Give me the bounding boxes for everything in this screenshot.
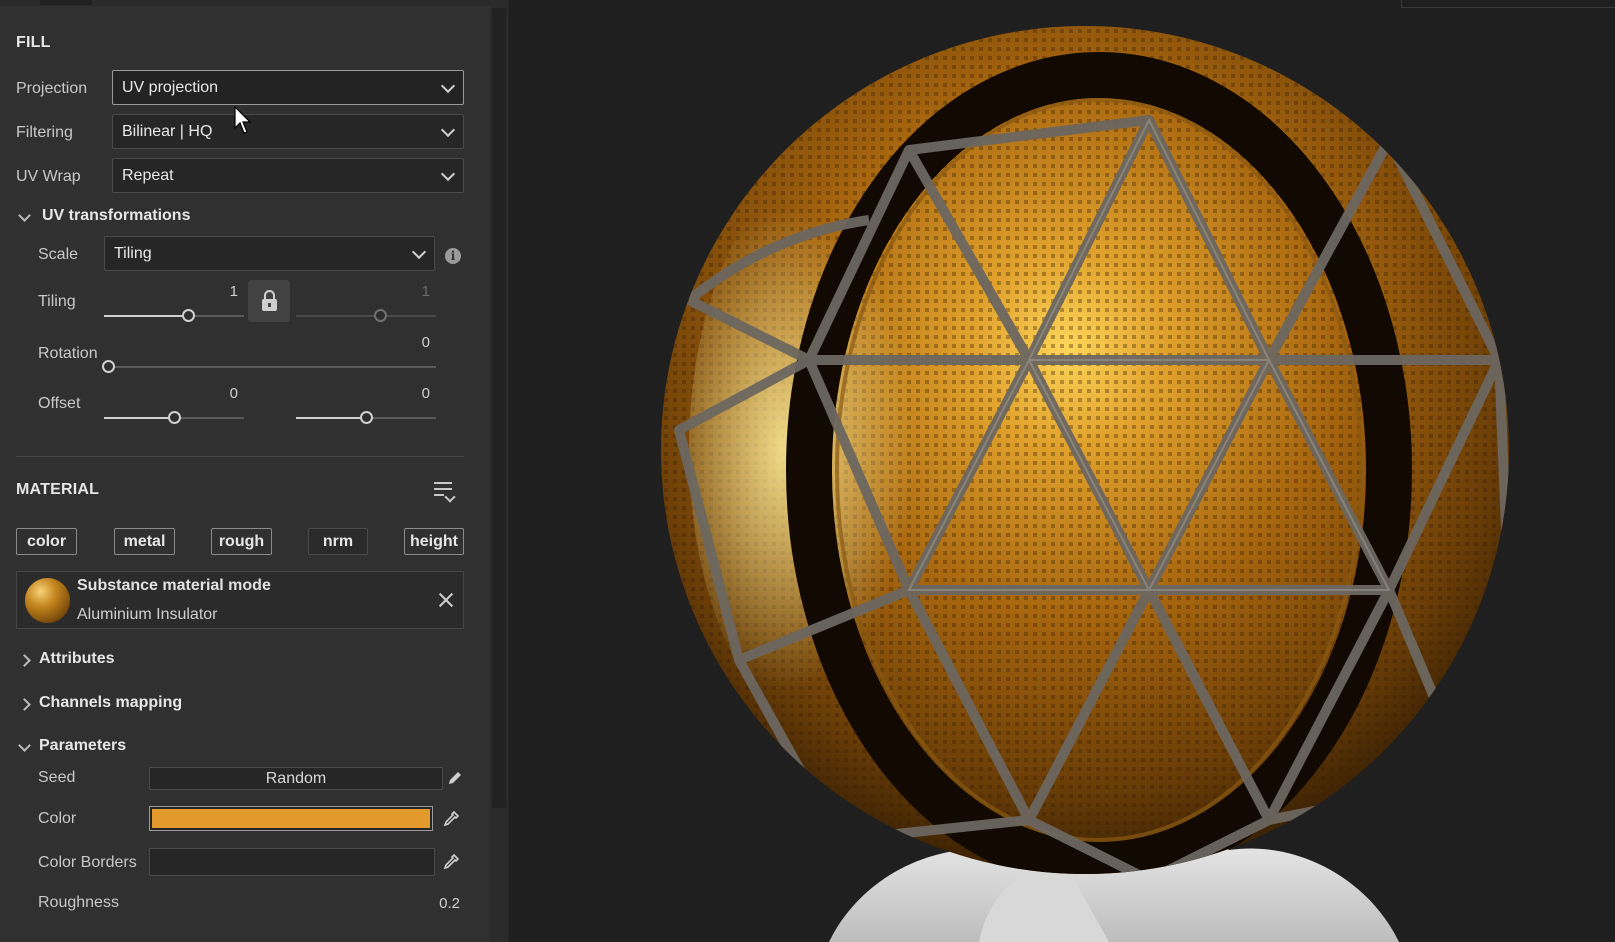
offset-u-value: 0 <box>229 385 238 402</box>
lock-icon-hole <box>268 303 271 307</box>
tiling-v-knob[interactable] <box>374 309 387 322</box>
material-preview-sphere <box>661 26 1509 942</box>
material-card[interactable]: Substance material mode Aluminium Insula… <box>16 571 464 629</box>
tiling-lock-button[interactable] <box>248 280 290 322</box>
roughness-value: 0.2 <box>439 895 460 912</box>
chevron-right-icon <box>18 654 31 667</box>
projection-label: Projection <box>16 80 88 97</box>
color-swatch[interactable] <box>149 806 433 831</box>
tiling-u-fill <box>104 315 188 317</box>
material-name: Aluminium Insulator <box>77 606 218 623</box>
chevron-down-icon <box>440 166 456 182</box>
list-menu-icon[interactable] <box>434 480 456 503</box>
seed-random-button[interactable]: Random <box>149 767 443 790</box>
scale-dropdown[interactable]: Tiling <box>104 236 435 271</box>
uv-transformations-title: UV transformations <box>42 207 191 224</box>
roughness-label: Roughness <box>38 894 119 911</box>
rotation-value: 0 <box>421 334 430 351</box>
channel-height-button[interactable]: height <box>404 528 464 555</box>
properties-panel: FILL Projection UV projection Filtering … <box>0 0 509 942</box>
close-icon[interactable] <box>437 591 455 609</box>
projection-value: UV projection <box>122 79 219 96</box>
seed-label: Seed <box>38 769 76 786</box>
rotation-slider[interactable] <box>104 366 436 368</box>
tiling-label: Tiling <box>38 293 76 310</box>
chevron-down-icon <box>440 122 456 138</box>
channel-nrm-button[interactable]: nrm <box>308 528 368 555</box>
chevron-down-icon <box>411 244 427 260</box>
rotation-label: Rotation <box>38 345 98 362</box>
chevron-down-icon <box>18 739 31 752</box>
offset-label: Offset <box>38 395 81 412</box>
channels-mapping-title: Channels mapping <box>39 694 183 711</box>
uv-transformations-toggle[interactable]: UV transformations <box>18 207 320 227</box>
offset-v-fill <box>296 417 366 419</box>
fill-section-title: FILL <box>16 34 51 51</box>
chevron-right-icon <box>18 698 31 711</box>
color-label: Color <box>38 810 77 827</box>
section-divider <box>16 456 464 457</box>
filtering-dropdown[interactable]: Bilinear | HQ <box>112 114 464 149</box>
filtering-label: Filtering <box>16 124 73 141</box>
projection-dropdown[interactable]: UV projection <box>112 70 464 105</box>
attributes-toggle[interactable]: Attributes <box>18 650 222 670</box>
scroll-track[interactable] <box>490 0 508 942</box>
scale-label: Scale <box>38 246 79 263</box>
channel-color-button[interactable]: color <box>16 528 77 555</box>
material-mode-title: Substance material mode <box>77 577 271 594</box>
uv-wrap-value: Repeat <box>122 167 174 184</box>
color-swatch-fill <box>152 809 430 828</box>
3d-viewport[interactable] <box>509 0 1615 942</box>
color-borders-label: Color Borders <box>38 854 137 871</box>
chevron-down-icon <box>440 78 456 94</box>
eyedropper-icon[interactable] <box>442 810 460 828</box>
offset-v-value: 0 <box>421 385 430 402</box>
uv-wrap-dropdown[interactable]: Repeat <box>112 158 464 193</box>
parameters-toggle[interactable]: Parameters <box>18 737 270 757</box>
filtering-value: Bilinear | HQ <box>122 123 213 140</box>
uv-wrap-label: UV Wrap <box>16 168 81 185</box>
info-icon[interactable]: i <box>445 248 461 264</box>
eyedropper-icon[interactable] <box>442 853 460 871</box>
pencil-icon[interactable] <box>446 769 464 787</box>
offset-u-knob[interactable] <box>168 411 181 424</box>
offset-u-fill <box>104 417 174 419</box>
scale-value: Tiling <box>114 245 152 262</box>
offset-v-knob[interactable] <box>360 411 373 424</box>
scrollbar-thumb[interactable] <box>492 8 506 808</box>
tiling-u-value: 1 <box>229 283 238 300</box>
tiling-u-knob[interactable] <box>182 309 195 322</box>
channel-rough-button[interactable]: rough <box>211 528 272 555</box>
panel-tab-strip <box>0 0 508 6</box>
parameters-title: Parameters <box>39 737 127 754</box>
color-borders-swatch[interactable] <box>149 848 435 876</box>
rotation-knob[interactable] <box>102 360 115 373</box>
mouse-cursor-icon <box>234 106 252 134</box>
tiling-v-slider[interactable] <box>296 315 436 317</box>
material-thumbnail <box>25 578 70 623</box>
chevron-down-icon <box>18 209 31 222</box>
tiling-v-value: 1 <box>421 283 430 300</box>
channel-metal-button[interactable]: metal <box>114 528 175 555</box>
material-section-title: MATERIAL <box>16 481 100 498</box>
attributes-title: Attributes <box>39 650 115 667</box>
channels-mapping-toggle[interactable]: Channels mapping <box>18 694 272 714</box>
active-tab-indicator[interactable] <box>40 0 92 5</box>
